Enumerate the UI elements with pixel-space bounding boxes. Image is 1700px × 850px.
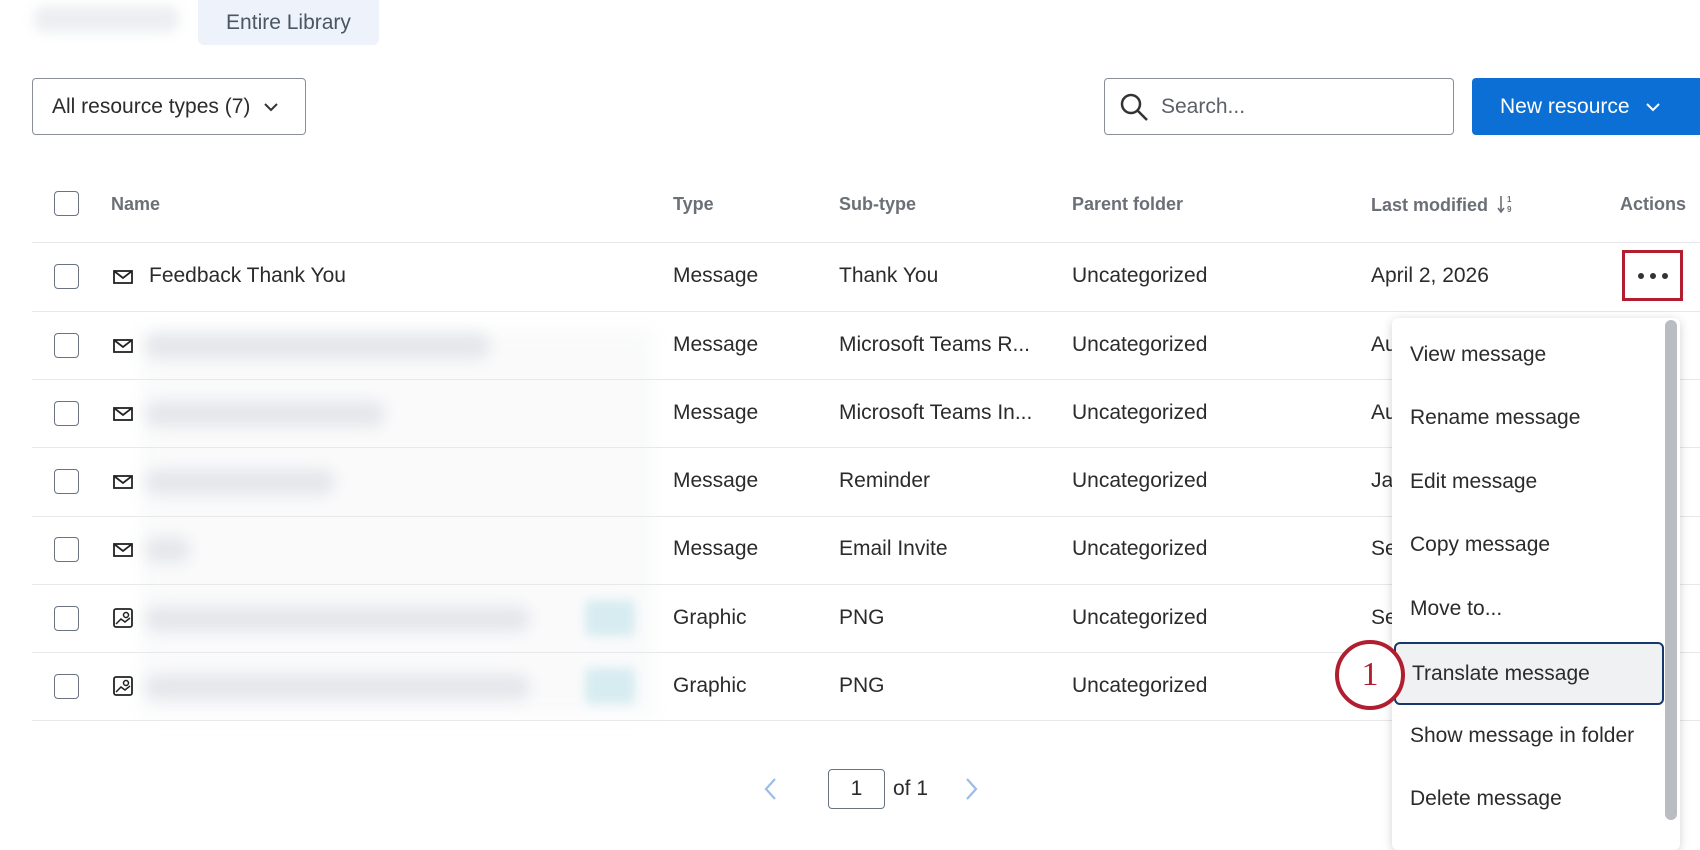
row-subtype: Reminder [839, 469, 931, 492]
row-divider [32, 311, 1700, 312]
row-subtype: Microsoft Teams R... [839, 333, 1030, 356]
blurred-row-name[interactable] [145, 674, 530, 700]
image-icon [113, 608, 133, 628]
row-divider [32, 242, 1700, 243]
new-resource-button[interactable]: New resource [1472, 78, 1700, 135]
column-header-actions: Actions [1620, 194, 1687, 214]
svg-text:9: 9 [1507, 205, 1512, 214]
row-checkbox[interactable] [54, 264, 79, 289]
select-all-checkbox[interactable] [54, 191, 79, 216]
column-header-last-modified[interactable]: Last modified 1 9 [1371, 194, 1515, 216]
row-subtype: Microsoft Teams In... [839, 401, 1033, 424]
new-resource-label: New resource [1500, 94, 1630, 118]
chevron-right-icon[interactable] [960, 775, 982, 803]
page-total: of 1 [893, 777, 929, 800]
menu-item-delete-message[interactable]: Delete message [1392, 767, 1660, 830]
tab-entire-library[interactable]: Entire Library [198, 0, 379, 45]
svg-text:1: 1 [1507, 195, 1512, 204]
column-header-name[interactable]: Name [111, 194, 160, 215]
menu-item-view-message[interactable]: View message [1392, 323, 1660, 386]
row-parent-folder: Uncategorized [1072, 674, 1208, 697]
blurred-row-name[interactable] [145, 401, 385, 427]
dot [1649, 272, 1656, 279]
menu-item-edit-message[interactable]: Edit message [1392, 450, 1660, 513]
blurred-thumbnail [585, 668, 635, 704]
blurred-names-backdrop [140, 328, 655, 718]
menu-item-copy-message[interactable]: Copy message [1392, 513, 1660, 576]
row-checkbox[interactable] [54, 333, 79, 358]
envelope-icon [113, 407, 133, 421]
chevron-down-icon [264, 102, 279, 111]
row-subtype: Email Invite [839, 537, 948, 560]
row-checkbox[interactable] [54, 401, 79, 426]
dot [1661, 272, 1668, 279]
chevron-left-icon[interactable] [760, 775, 782, 803]
actions-context-menu: View message Rename message Edit message… [1392, 318, 1680, 850]
page-number-input[interactable]: 1 [828, 769, 885, 809]
row-parent-folder: Uncategorized [1072, 537, 1208, 560]
blurred-row-name[interactable] [145, 537, 190, 563]
step-annotation-badge: 1 [1335, 640, 1405, 710]
row-type: Graphic [673, 674, 747, 697]
blurred-row-name[interactable] [145, 606, 530, 632]
dot [1637, 272, 1644, 279]
row-type: Message [673, 333, 759, 356]
row-subtype: PNG [839, 606, 885, 629]
chevron-down-icon [1645, 102, 1660, 111]
search-input[interactable] [1161, 94, 1431, 119]
envelope-icon [113, 270, 133, 284]
resource-type-filter[interactable]: All resource types (7) [32, 78, 306, 135]
row-subtype: PNG [839, 674, 885, 697]
row-checkbox[interactable] [54, 674, 79, 699]
row-type: Message [673, 401, 759, 424]
row-parent-folder: Uncategorized [1072, 401, 1208, 424]
menu-item-move-to[interactable]: Move to... [1392, 577, 1660, 640]
blurred-thumbnail [585, 600, 635, 636]
row-actions-button[interactable] [1622, 250, 1683, 301]
search-field[interactable] [1104, 78, 1454, 135]
row-name[interactable]: Feedback Thank You [149, 264, 346, 288]
row-checkbox[interactable] [54, 537, 79, 562]
menu-scrollbar[interactable] [1665, 320, 1677, 820]
row-parent-folder: Uncategorized [1072, 333, 1208, 356]
envelope-icon [113, 543, 133, 557]
row-last-modified: April 2, 2026 [1371, 264, 1489, 287]
row-type: Message [673, 469, 759, 492]
menu-item-rename-message[interactable]: Rename message [1392, 386, 1660, 449]
column-header-parent-folder[interactable]: Parent folder [1072, 194, 1183, 215]
menu-item-translate-message[interactable]: Translate message [1394, 642, 1664, 705]
envelope-icon [113, 475, 133, 489]
search-icon [1120, 93, 1148, 121]
row-parent-folder: Uncategorized [1072, 264, 1208, 287]
envelope-icon [113, 339, 133, 353]
sort-ascending-icon: 1 9 [1497, 195, 1512, 214]
row-type: Message [673, 264, 759, 287]
row-parent-folder: Uncategorized [1072, 606, 1208, 629]
blurred-row-name[interactable] [145, 333, 490, 359]
row-subtype: Thank You [839, 264, 939, 287]
last-modified-label: Last modified [1371, 195, 1489, 215]
menu-item-show-message-in-folder[interactable]: Show message in folder [1392, 704, 1660, 767]
blurred-row-name[interactable] [145, 469, 335, 495]
row-last-modified: Ja [1371, 469, 1394, 492]
row-parent-folder: Uncategorized [1072, 469, 1208, 492]
resource-type-filter-label: All resource types (7) [52, 94, 251, 118]
column-header-type[interactable]: Type [673, 194, 714, 215]
row-type: Graphic [673, 606, 747, 629]
column-header-subtype[interactable]: Sub-type [839, 194, 916, 215]
pagination: 1 of 1 [760, 768, 982, 810]
row-checkbox[interactable] [54, 606, 79, 631]
image-icon [113, 676, 133, 696]
blurred-tab[interactable] [34, 6, 179, 32]
row-checkbox[interactable] [54, 469, 79, 494]
row-type: Message [673, 537, 759, 560]
